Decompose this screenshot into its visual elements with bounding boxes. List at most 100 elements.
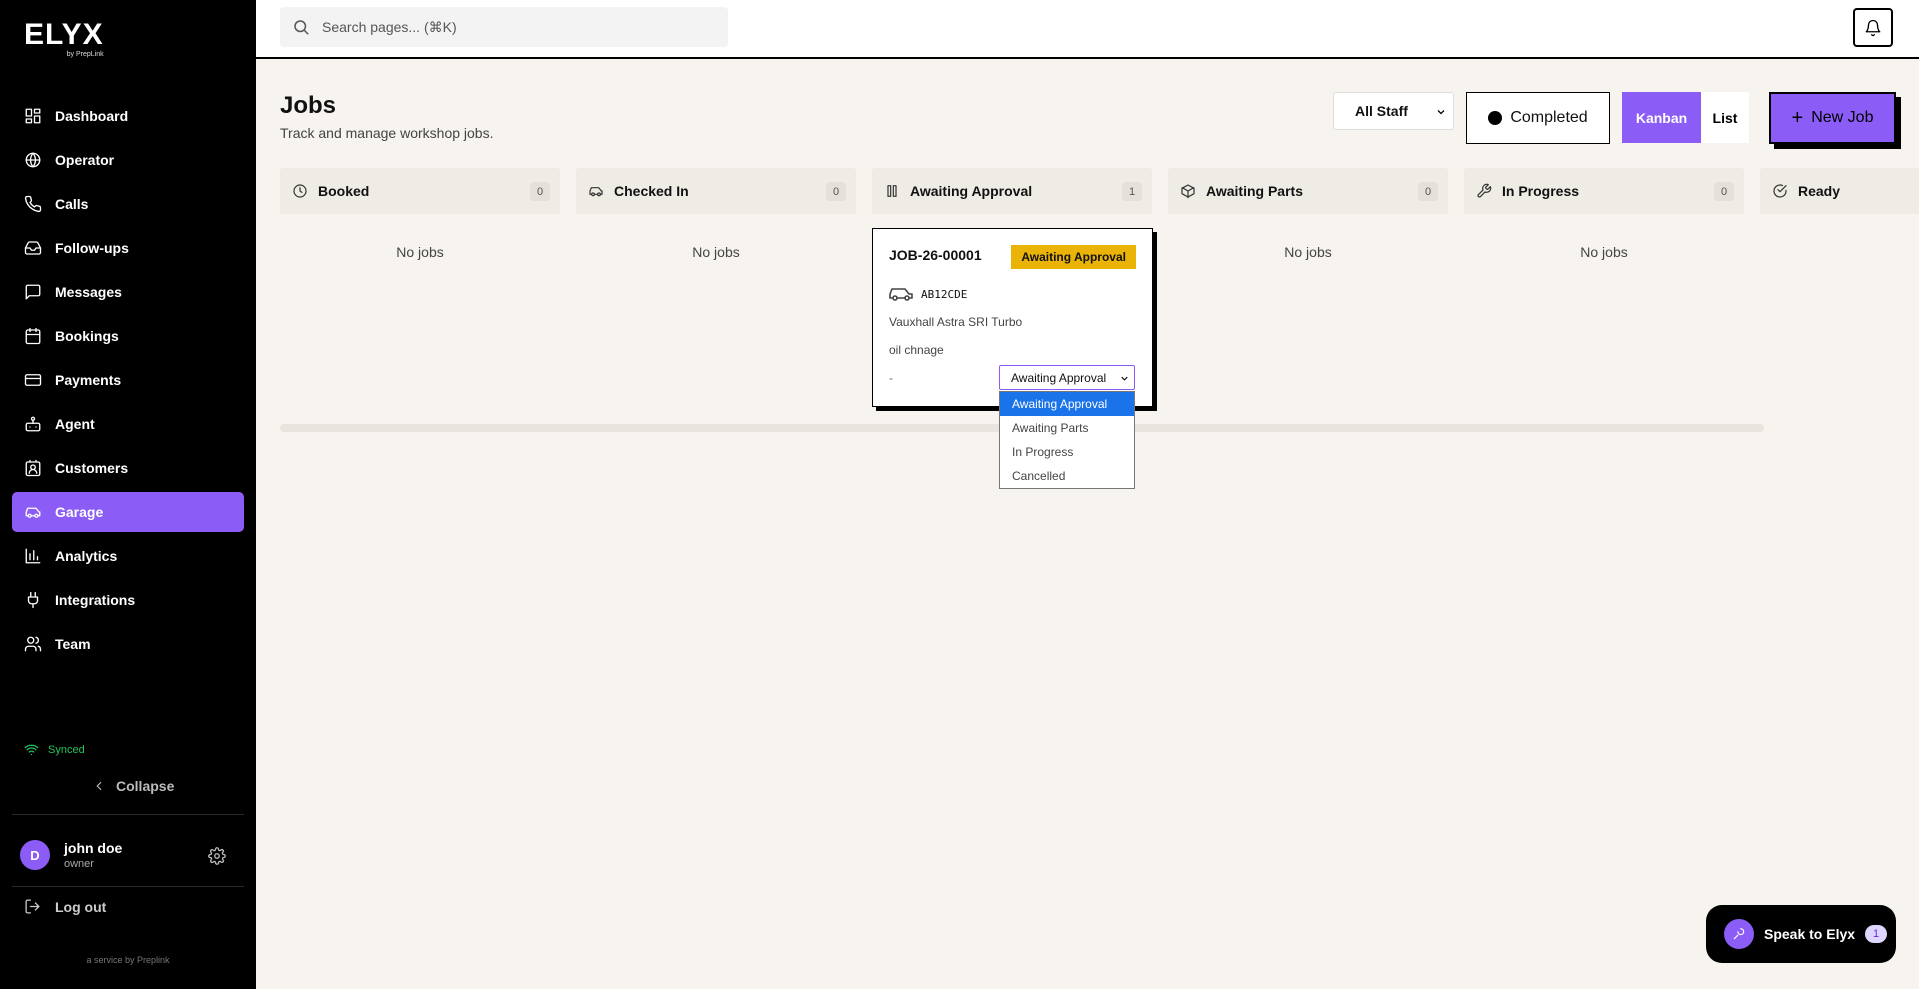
assignee: - bbox=[889, 371, 893, 385]
staff-filter-value: All Staff bbox=[1355, 103, 1408, 119]
column-header: In Progress 0 bbox=[1464, 168, 1744, 214]
status-option[interactable]: In Progress bbox=[1000, 440, 1134, 464]
status-option[interactable]: Awaiting Approval bbox=[1000, 392, 1134, 416]
sidebar-nav: Dashboard Operator Calls Follow-ups Mess… bbox=[12, 96, 244, 668]
sidebar-item-analytics[interactable]: Analytics bbox=[12, 536, 244, 576]
sidebar-item-label: Operator bbox=[55, 152, 115, 168]
sidebar-item-label: Analytics bbox=[55, 548, 118, 564]
speak-label: Speak to Elyx bbox=[1764, 926, 1856, 942]
sidebar-item-label: Calls bbox=[55, 196, 89, 212]
column-title: Awaiting Parts bbox=[1206, 183, 1303, 199]
empty-state: No jobs bbox=[1580, 244, 1628, 260]
column-count: 0 bbox=[1418, 182, 1438, 201]
sidebar-item-integrations[interactable]: Integrations bbox=[12, 580, 244, 620]
status-select-value: Awaiting Approval bbox=[1011, 370, 1107, 385]
logout-icon bbox=[25, 899, 40, 914]
status-dropdown: Awaiting Approval Awaiting Parts In Prog… bbox=[999, 391, 1135, 489]
gear-icon[interactable] bbox=[208, 847, 226, 865]
column-count: 0 bbox=[1714, 182, 1734, 201]
status-option[interactable]: Awaiting Parts bbox=[1000, 416, 1134, 440]
sidebar-item-calls[interactable]: Calls bbox=[12, 184, 244, 224]
empty-state: No jobs bbox=[1284, 244, 1332, 260]
divider bbox=[12, 814, 244, 815]
status-option[interactable]: Cancelled bbox=[1000, 464, 1134, 488]
search-input[interactable]: Search pages... (⌘K) bbox=[280, 7, 728, 47]
kanban-view-button[interactable]: Kanban bbox=[1622, 92, 1701, 143]
chart-icon bbox=[25, 548, 41, 564]
logo[interactable]: ELYX by PrepLink bbox=[24, 18, 104, 59]
vehicle-name: Vauxhall Astra SRI Turbo bbox=[889, 315, 1023, 329]
sidebar-item-label: Dashboard bbox=[55, 108, 129, 124]
mic-icon bbox=[1724, 919, 1754, 949]
chevron-down-icon bbox=[1437, 110, 1445, 115]
staff-filter-select[interactable]: All Staff bbox=[1333, 92, 1454, 130]
divider bbox=[12, 886, 244, 887]
status-badge: Awaiting Approval bbox=[1011, 245, 1136, 269]
column-awaiting-parts: Awaiting Parts 0 No jobs bbox=[1168, 168, 1448, 260]
calendar-icon bbox=[25, 327, 41, 345]
status-select[interactable]: Awaiting Approval bbox=[999, 365, 1135, 390]
contact-icon bbox=[25, 459, 41, 477]
registration-text: AB12CDE bbox=[921, 287, 968, 301]
job-card[interactable]: JOB-26-00001 Awaiting Approval AB12CDE V… bbox=[872, 228, 1153, 407]
operator-icon bbox=[25, 152, 41, 168]
chevron-left-icon bbox=[96, 781, 102, 791]
phone-icon bbox=[24, 195, 42, 213]
sidebar-item-label: Agent bbox=[55, 416, 95, 432]
sidebar-item-garage[interactable]: Garage bbox=[12, 492, 244, 532]
sidebar-item-bookings[interactable]: Bookings bbox=[12, 316, 244, 356]
completed-label: Completed bbox=[1510, 109, 1588, 126]
column-header: Booked 0 bbox=[280, 168, 560, 214]
users-icon bbox=[24, 636, 42, 652]
service-credit: a service by Preplink bbox=[86, 955, 170, 965]
logout-label: Log out bbox=[55, 898, 107, 915]
sidebar-item-messages[interactable]: Messages bbox=[12, 272, 244, 312]
column-count: 0 bbox=[530, 182, 550, 201]
sidebar-item-follow-ups[interactable]: Follow-ups bbox=[12, 228, 244, 268]
sidebar-item-team[interactable]: Team bbox=[12, 624, 244, 664]
sidebar-item-customers[interactable]: Customers bbox=[12, 448, 244, 488]
car-icon bbox=[889, 288, 913, 301]
car-icon bbox=[25, 507, 41, 518]
vehicle-registration: AB12CDE bbox=[889, 286, 967, 302]
column-title: In Progress bbox=[1502, 183, 1580, 199]
sidebar-item-dashboard[interactable]: Dashboard bbox=[12, 96, 244, 136]
sidebar-item-agent[interactable]: Agent bbox=[12, 404, 244, 444]
job-id: JOB-26-00001 bbox=[889, 247, 982, 263]
notifications-button[interactable] bbox=[1853, 8, 1893, 47]
empty-state: No jobs bbox=[396, 244, 444, 260]
column-header: Checked In 0 bbox=[576, 168, 856, 214]
package-icon bbox=[1181, 184, 1195, 199]
clock-icon bbox=[293, 184, 307, 198]
logo-text: ELYX bbox=[24, 18, 104, 51]
pause-icon bbox=[887, 185, 897, 197]
logo-subtext: by PrepLink bbox=[66, 51, 104, 58]
column-count: 1 bbox=[1122, 182, 1142, 201]
avatar[interactable]: D bbox=[20, 840, 50, 870]
sidebar-item-label: Messages bbox=[55, 284, 122, 300]
column-title: Checked In bbox=[614, 183, 689, 199]
column-header: Ready bbox=[1760, 168, 1919, 214]
dashboard-icon bbox=[25, 108, 41, 124]
list-view-button[interactable]: List bbox=[1701, 92, 1749, 143]
column-title: Booked bbox=[318, 183, 370, 199]
wrench-icon bbox=[1477, 183, 1492, 198]
sidebar-item-label: Bookings bbox=[55, 328, 119, 344]
search-icon bbox=[294, 20, 309, 35]
sidebar-item-payments[interactable]: Payments bbox=[12, 360, 244, 400]
column-ready: Ready No bbox=[1760, 168, 1919, 260]
user-name: john doe bbox=[64, 840, 123, 856]
logout-button[interactable]: Log out bbox=[24, 898, 106, 915]
check-circle-icon bbox=[1773, 184, 1787, 198]
completed-toggle-button[interactable]: Completed bbox=[1466, 92, 1610, 144]
empty-state: No bbox=[1760, 244, 1919, 260]
plug-icon bbox=[27, 591, 39, 609]
column-count: 0 bbox=[826, 182, 846, 201]
assistant-count-badge: 1 bbox=[1865, 925, 1888, 943]
speak-to-elyx-button[interactable]: Speak to Elyx 1 bbox=[1706, 905, 1896, 963]
sidebar-item-operator[interactable]: Operator bbox=[12, 140, 244, 180]
new-job-button[interactable]: + New Job bbox=[1769, 92, 1896, 144]
sidebar-item-label: Follow-ups bbox=[55, 240, 129, 256]
inbox-icon bbox=[24, 241, 42, 255]
collapse-button[interactable]: Collapse bbox=[92, 778, 174, 794]
